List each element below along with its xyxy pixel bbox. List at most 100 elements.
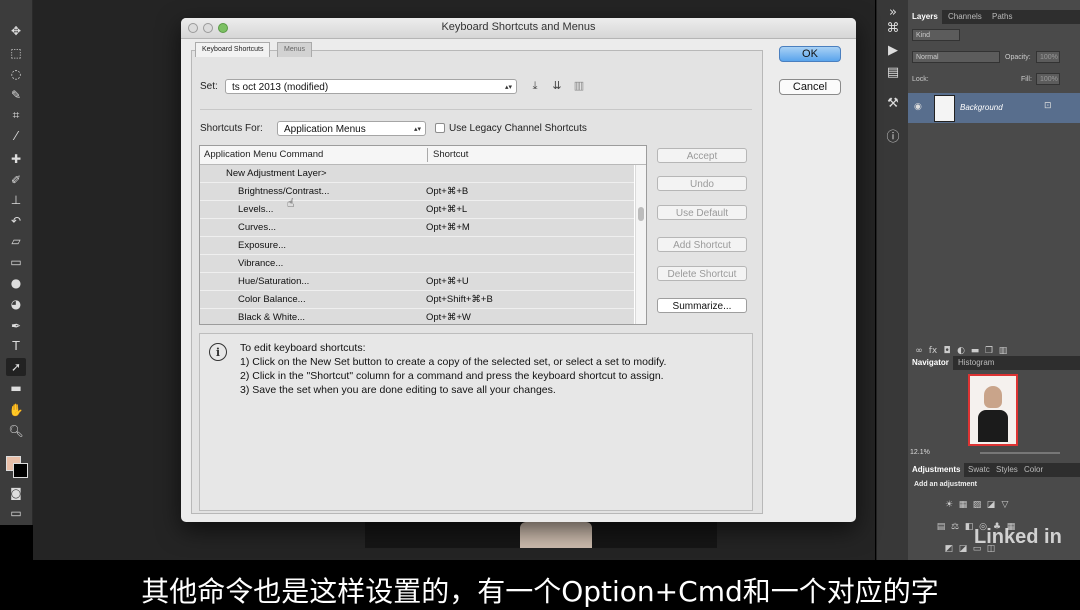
shape-tool-icon[interactable]: ▬: [6, 379, 26, 397]
gradient-tool-icon[interactable]: ▭: [6, 253, 26, 271]
shortcut-cell[interactable]: Opt+⌘+U: [426, 273, 469, 291]
table-scrollbar[interactable]: [635, 165, 646, 324]
table-row[interactable]: Color Balance... Opt+Shift+⌘+B: [200, 291, 634, 309]
table-row[interactable]: Brightness/Contrast... Opt+⌘+B: [200, 183, 634, 201]
legacy-channel-checkbox[interactable]: [435, 123, 445, 133]
table-row-group[interactable]: New Adjustment Layer>: [200, 165, 634, 183]
opacity-field[interactable]: 100%: [1036, 51, 1060, 63]
clone-stamp-tool-icon[interactable]: ⊥: [6, 191, 26, 209]
move-tool-icon[interactable]: ✥: [6, 22, 26, 40]
lasso-tool-icon[interactable]: ◌: [6, 65, 26, 83]
tab-menus[interactable]: Menus: [277, 42, 313, 57]
save-set-icon[interactable]: ⤓: [528, 79, 542, 93]
set-select[interactable]: ts oct 2013 (modified) ▴▾: [225, 79, 517, 94]
mask-icon[interactable]: ◘: [940, 346, 954, 356]
hand-tool-icon[interactable]: ✋: [6, 401, 26, 419]
tab-paths[interactable]: Paths: [988, 10, 1016, 24]
cancel-button[interactable]: Cancel: [779, 79, 841, 95]
tab-histogram[interactable]: Histogram: [954, 356, 998, 370]
pen-tool-icon[interactable]: ✒: [6, 317, 26, 335]
panel-icon-dock: » ⌘ ▶ ▤ ⚒ ⓘ: [876, 0, 909, 560]
zoom-slider[interactable]: [980, 452, 1060, 454]
tab-navigator[interactable]: Navigator: [908, 356, 953, 370]
screen-mode-icon[interactable]: ▭: [6, 504, 26, 522]
curves-icon[interactable]: ▨: [970, 500, 984, 510]
quick-select-tool-icon[interactable]: ✎: [6, 86, 26, 104]
properties-icon[interactable]: ▤: [883, 64, 903, 82]
zoom-tool-icon[interactable]: 🔍︎: [6, 422, 26, 440]
fill-field[interactable]: 100%: [1036, 73, 1060, 85]
background-color-swatch[interactable]: [13, 463, 28, 478]
link-icon[interactable]: ∞: [912, 346, 926, 356]
trash-icon[interactable]: ▥: [996, 346, 1010, 356]
accept-button[interactable]: Accept: [657, 148, 747, 163]
table-row[interactable]: Hue/Saturation... Opt+⌘+U: [200, 273, 634, 291]
levels-icon[interactable]: ▦: [956, 500, 970, 510]
history-brush-tool-icon[interactable]: ↶: [6, 212, 26, 230]
exposure-icon[interactable]: ◪: [984, 500, 998, 510]
crop-tool-icon[interactable]: ⌗: [6, 106, 26, 124]
tab-color[interactable]: Color: [1020, 463, 1047, 477]
blend-mode-select[interactable]: Normal: [912, 51, 1000, 63]
dialog-titlebar[interactable]: Keyboard Shortcuts and Menus: [181, 18, 856, 39]
delete-shortcut-button[interactable]: Delete Shortcut: [657, 266, 747, 281]
eraser-tool-icon[interactable]: ▱: [6, 232, 26, 250]
delete-set-icon[interactable]: ▥: [572, 79, 586, 93]
use-default-button[interactable]: Use Default: [657, 205, 747, 220]
dodge-tool-icon[interactable]: ◕: [6, 295, 26, 313]
shortcut-cell[interactable]: Opt+⌘+B: [426, 183, 468, 201]
new-set-icon[interactable]: ⇊: [550, 79, 564, 93]
scrollbar-thumb[interactable]: [638, 207, 644, 221]
tab-swatches[interactable]: Swatc: [964, 463, 994, 477]
type-tool-icon[interactable]: T: [6, 337, 26, 355]
add-shortcut-button[interactable]: Add Shortcut: [657, 237, 747, 252]
layer-kind-filter[interactable]: Kind: [912, 29, 960, 41]
summarize-button[interactable]: Summarize...: [657, 298, 747, 313]
blur-tool-icon[interactable]: ●: [6, 274, 26, 292]
brush-tool-icon[interactable]: ✐: [6, 171, 26, 189]
brightness-icon[interactable]: ☀: [942, 500, 956, 510]
marquee-tool-icon[interactable]: ⬚: [6, 44, 26, 62]
shortcut-cell[interactable]: Opt+⌘+L: [426, 201, 467, 219]
eyedropper-tool-icon[interactable]: ⁄: [6, 127, 26, 145]
history-icon[interactable]: ⌘: [883, 20, 903, 38]
navigator-preview[interactable]: [968, 374, 1018, 446]
shortcuts-for-select[interactable]: Application Menus ▴▾: [277, 121, 426, 136]
path-selection-tool-icon[interactable]: ➚: [6, 358, 26, 376]
adjustment-icon[interactable]: ◐: [954, 346, 968, 356]
tab-layers[interactable]: Layers: [908, 10, 942, 24]
quick-mask-icon[interactable]: ◙: [6, 484, 26, 502]
column-header-command[interactable]: Application Menu Command: [204, 146, 323, 164]
posterize-icon[interactable]: ◪: [956, 544, 970, 554]
vibrance-icon[interactable]: ▤: [934, 522, 948, 532]
table-row[interactable]: Curves... Opt+⌘+M: [200, 219, 634, 237]
shortcut-cell[interactable]: Opt+⌘+M: [426, 219, 470, 237]
balance-icon[interactable]: ⚖: [948, 522, 962, 532]
invert-icon[interactable]: ◩: [942, 544, 956, 554]
table-row[interactable]: Vibrance...: [200, 255, 634, 273]
tab-keyboard-shortcuts[interactable]: Keyboard Shortcuts: [195, 42, 271, 57]
layer-row-background[interactable]: ◉ Background ⊡: [908, 93, 1080, 123]
fx-icon[interactable]: fx: [926, 346, 940, 356]
shortcut-cell[interactable]: Opt+Shift+⌘+B: [426, 291, 493, 309]
tab-styles[interactable]: Styles: [992, 463, 1022, 477]
folder-icon[interactable]: ▬: [968, 346, 982, 356]
tool-presets-icon[interactable]: ⚒: [883, 95, 903, 113]
new-layer-icon[interactable]: ❐: [982, 346, 996, 356]
actions-play-icon[interactable]: ▶: [883, 42, 903, 60]
column-header-shortcut[interactable]: Shortcut: [433, 146, 468, 164]
shortcut-cell[interactable]: Opt+⌘+W: [426, 309, 471, 324]
healing-brush-tool-icon[interactable]: ✚: [6, 150, 26, 168]
info-panel-icon[interactable]: ⓘ: [883, 129, 903, 147]
table-row[interactable]: Black & White... Opt+⌘+W: [200, 309, 634, 324]
table-row[interactable]: Levels... Opt+⌘+L: [200, 201, 634, 219]
ok-button[interactable]: OK: [779, 46, 841, 62]
table-row[interactable]: Exposure...: [200, 237, 634, 255]
zoom-level[interactable]: 12.1%: [910, 449, 930, 456]
undo-button[interactable]: Undo: [657, 176, 747, 191]
command-cell: Curves...: [238, 222, 277, 233]
gradient-adjust-icon[interactable]: ▽: [998, 500, 1012, 510]
tab-channels[interactable]: Channels: [944, 10, 986, 24]
visibility-eye-icon[interactable]: ◉: [914, 102, 922, 112]
tab-adjustments[interactable]: Adjustments: [908, 463, 965, 477]
